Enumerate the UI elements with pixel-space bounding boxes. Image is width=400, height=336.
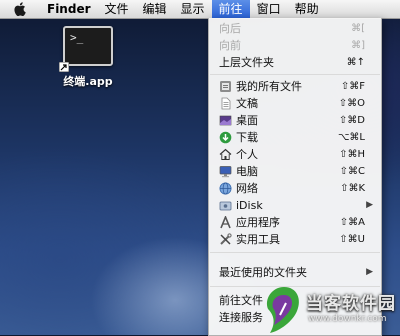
menu-item-label: 前往文件 bbox=[219, 294, 263, 307]
menu-item-label: 实用工具 bbox=[236, 233, 280, 246]
menu-edit[interactable]: 编辑 bbox=[136, 0, 174, 18]
menu-item-shortcut: ⇧⌘F bbox=[340, 81, 365, 92]
menu-separator bbox=[210, 74, 380, 75]
watermark-title: 当客软件园 bbox=[306, 294, 396, 314]
menu-item-label: 向前 bbox=[219, 39, 241, 52]
menu-separator bbox=[210, 252, 380, 253]
menu-view[interactable]: 显示 bbox=[174, 0, 212, 18]
menu-bar: Finder 文件 编辑 显示 前往 窗口 帮助 bbox=[0, 0, 400, 19]
menu-item-label: 向后 bbox=[219, 22, 241, 35]
menu-item-idisk[interactable]: iDisk ▶ bbox=[209, 197, 381, 214]
all-files-icon bbox=[220, 81, 231, 92]
menu-item-recent-folders[interactable]: 最近使用的文件夹 ▶ bbox=[209, 264, 381, 281]
menu-item-label: 上层文件夹 bbox=[219, 56, 274, 69]
menu-item-label: 应用程序 bbox=[236, 216, 280, 229]
menu-item-computer[interactable]: 电脑 ⇧⌘C bbox=[209, 163, 381, 180]
menu-item-downloads[interactable]: 下载 ⌥⌘L bbox=[209, 129, 381, 146]
menu-item-label: 我的所有文件 bbox=[236, 80, 302, 93]
desktop-icon bbox=[219, 115, 232, 126]
watermark: 当客软件园 www.downkr.com bbox=[264, 283, 400, 335]
menu-item-label: iDisk bbox=[236, 199, 263, 212]
menu-item-shortcut: ⌘↑ bbox=[346, 57, 365, 68]
menu-item-label: 下载 bbox=[236, 131, 258, 144]
menu-item-label: 个人 bbox=[236, 148, 258, 161]
submenu-arrow-icon: ▶ bbox=[366, 267, 373, 277]
terminal-app-desktop-icon[interactable]: >_ 终端.app bbox=[56, 26, 120, 89]
menu-item-shortcut: ⌥⌘L bbox=[337, 132, 365, 143]
menu-finder[interactable]: Finder bbox=[40, 0, 98, 18]
downloads-icon bbox=[219, 131, 232, 144]
watermark-url: www.downkr.com bbox=[308, 314, 387, 324]
watermark-logo-icon bbox=[266, 287, 299, 333]
terminal-icon: >_ bbox=[59, 26, 113, 72]
idisk-icon bbox=[219, 201, 232, 211]
menu-item-label: 文稿 bbox=[236, 97, 258, 110]
menu-item-shortcut: ⇧⌘U bbox=[339, 234, 365, 245]
menu-item-applications[interactable]: 应用程序 ⇧⌘A bbox=[209, 214, 381, 231]
menu-item-back[interactable]: 向后 ⌘[ bbox=[209, 20, 381, 37]
terminal-app-label: 终端.app bbox=[63, 75, 113, 88]
menu-item-documents[interactable]: 文稿 ⇧⌘O bbox=[209, 95, 381, 112]
menu-item-network[interactable]: 网络 ⇧⌘K bbox=[209, 180, 381, 197]
menu-file[interactable]: 文件 bbox=[98, 0, 136, 18]
menu-item-shortcut: ⇧⌘K bbox=[340, 183, 365, 194]
menu-item-desktop[interactable]: 桌面 ⇧⌘D bbox=[209, 112, 381, 129]
menu-help[interactable]: 帮助 bbox=[288, 0, 326, 18]
menu-item-enclosing-folder[interactable]: 上层文件夹 ⌘↑ bbox=[209, 54, 381, 71]
menu-item-shortcut: ⇧⌘H bbox=[339, 149, 365, 160]
submenu-arrow-icon: ▶ bbox=[366, 200, 373, 210]
menu-item-label: 网络 bbox=[236, 182, 258, 195]
utilities-icon bbox=[220, 233, 232, 245]
menu-item-label: 连接服务 bbox=[219, 311, 263, 324]
alias-arrow-icon bbox=[59, 62, 69, 72]
menu-go[interactable]: 前往 bbox=[211, 0, 250, 18]
menu-item-shortcut: ⇧⌘C bbox=[339, 166, 365, 177]
menu-item-shortcut: ⌘[ bbox=[351, 23, 365, 34]
menu-item-shortcut: ⇧⌘D bbox=[338, 115, 365, 126]
computer-icon bbox=[219, 166, 232, 178]
network-icon bbox=[219, 182, 232, 195]
menu-item-forward[interactable]: 向前 ⌘] bbox=[209, 37, 381, 54]
menu-item-all-my-files[interactable]: 我的所有文件 ⇧⌘F bbox=[209, 78, 381, 95]
menu-item-label: 最近使用的文件夹 bbox=[219, 266, 307, 279]
applications-icon bbox=[220, 216, 231, 229]
menu-item-label: 桌面 bbox=[236, 114, 258, 127]
menu-window[interactable]: 窗口 bbox=[250, 0, 288, 18]
menu-item-label: 电脑 bbox=[236, 165, 258, 178]
home-icon bbox=[219, 148, 232, 160]
menu-item-home[interactable]: 个人 ⇧⌘H bbox=[209, 146, 381, 163]
menu-item-shortcut: ⇧⌘O bbox=[338, 98, 365, 109]
apple-menu-icon[interactable] bbox=[0, 0, 40, 18]
menu-item-shortcut: ⇧⌘A bbox=[339, 217, 365, 228]
menu-item-shortcut: ⌘] bbox=[351, 40, 365, 51]
documents-icon bbox=[221, 97, 231, 110]
menu-item-utilities[interactable]: 实用工具 ⇧⌘U bbox=[209, 231, 381, 248]
terminal-prompt-glyph: >_ bbox=[70, 31, 84, 44]
